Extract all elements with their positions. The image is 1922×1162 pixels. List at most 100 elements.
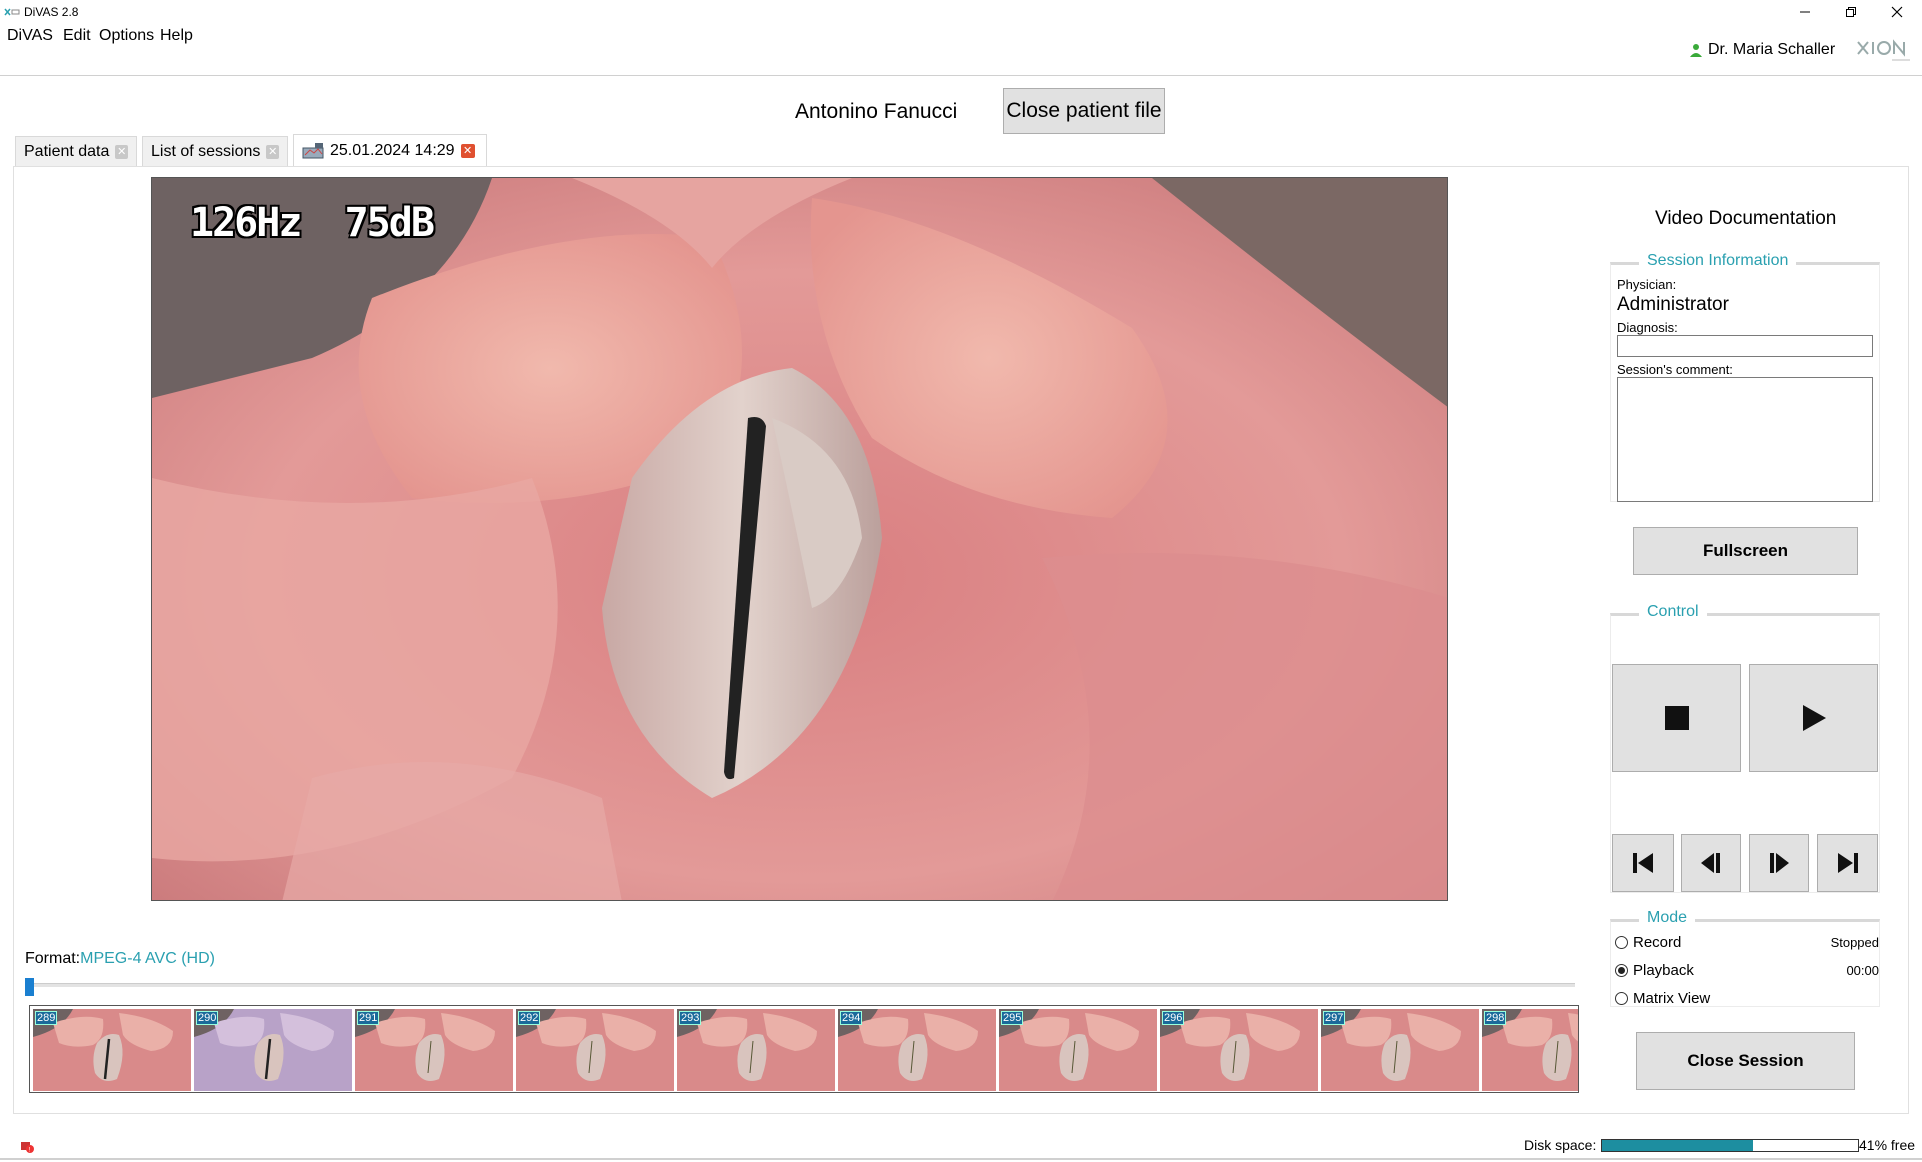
tab-list-of-sessions[interactable]: List of sessions ✕ bbox=[142, 136, 288, 166]
skip-end-icon bbox=[1837, 853, 1858, 873]
skip-to-start-button[interactable] bbox=[1612, 834, 1674, 892]
xion-logo bbox=[1857, 39, 1910, 61]
title-bar: DiVAS 2.8 bbox=[0, 0, 1922, 24]
physician-label: Physician: bbox=[1617, 277, 1677, 292]
close-window-button[interactable] bbox=[1874, 0, 1920, 24]
tab-close-icon[interactable]: ✕ bbox=[115, 144, 128, 159]
mode-record-label: Record bbox=[1633, 934, 1682, 951]
thumbnail-frame-number: 298 bbox=[1484, 1011, 1507, 1025]
user-icon bbox=[1690, 44, 1702, 57]
thumbnail-frame-number: 293 bbox=[679, 1011, 702, 1025]
thumbnail-frame-number: 292 bbox=[518, 1011, 541, 1025]
disk-space-fill bbox=[1602, 1140, 1754, 1151]
session-information-legend: Session Information bbox=[1639, 252, 1797, 270]
timeline-handle[interactable] bbox=[25, 978, 34, 996]
timeline-track[interactable] bbox=[25, 983, 1575, 987]
user-name: Dr. Maria Schaller bbox=[1708, 41, 1836, 58]
video-session-icon bbox=[302, 142, 324, 158]
menu-options[interactable]: Options bbox=[99, 27, 154, 45]
format-info: Format:MPEG-4 AVC (HD) bbox=[25, 950, 215, 968]
menu-divas[interactable]: DiVAS bbox=[7, 27, 53, 45]
stop-icon bbox=[1664, 706, 1689, 730]
tab-session-25-01-2024[interactable]: 25.01.2024 14:29 ✕ bbox=[293, 134, 487, 166]
mode-record-option[interactable]: Record bbox=[1615, 934, 1681, 951]
close-icon bbox=[1891, 6, 1903, 18]
menu-help[interactable]: Help bbox=[160, 27, 193, 45]
radio-record[interactable] bbox=[1615, 936, 1628, 949]
thumbnail-frame[interactable]: 297 bbox=[1321, 1009, 1479, 1091]
playback-time: 00:00 bbox=[1846, 963, 1879, 978]
panel-title: Video Documentation bbox=[1655, 208, 1837, 229]
video-frame[interactable]: 126Hz 75dB bbox=[151, 177, 1448, 901]
minimize-button[interactable] bbox=[1782, 0, 1828, 24]
mode-playback-label: Playback bbox=[1633, 962, 1694, 979]
thumbnail-frame-number: 296 bbox=[1162, 1011, 1185, 1025]
radio-playback[interactable] bbox=[1615, 964, 1628, 977]
menu-edit[interactable]: Edit bbox=[63, 27, 91, 45]
video-overlay-readout: 126Hz 75dB bbox=[190, 200, 435, 246]
record-status: Stopped bbox=[1830, 935, 1879, 950]
close-session-button[interactable]: Close Session bbox=[1636, 1032, 1855, 1090]
format-label: Format: bbox=[25, 950, 81, 967]
step-forward-icon bbox=[1770, 853, 1789, 873]
thumbnail-frame[interactable]: 290 bbox=[194, 1009, 352, 1091]
disk-space-label: Disk space: bbox=[1524, 1137, 1597, 1153]
restore-icon bbox=[1846, 7, 1856, 17]
session-comment-label: Session's comment: bbox=[1617, 362, 1733, 377]
status-bar-border bbox=[0, 1158, 1922, 1160]
thumbnail-frame-number: 295 bbox=[1001, 1011, 1024, 1025]
control-legend: Control bbox=[1639, 603, 1707, 621]
play-button[interactable] bbox=[1749, 664, 1878, 772]
thumbnail-frame-number: 294 bbox=[840, 1011, 863, 1025]
format-value: MPEG-4 AVC (HD) bbox=[80, 950, 215, 967]
tab-close-icon[interactable]: ✕ bbox=[460, 143, 475, 158]
current-user: Dr. Maria Schaller bbox=[1690, 41, 1835, 59]
mode-playback-option[interactable]: Playback bbox=[1615, 962, 1694, 979]
patient-name: Antonino Fanucci bbox=[795, 100, 958, 123]
mode-legend: Mode bbox=[1639, 909, 1696, 927]
thumbnail-frame-number: 297 bbox=[1323, 1011, 1346, 1025]
thumbnail-frame[interactable]: 292 bbox=[516, 1009, 674, 1091]
thumbnail-frame[interactable]: 298 bbox=[1482, 1009, 1578, 1091]
close-patient-file-button[interactable]: Close patient file bbox=[1003, 88, 1165, 134]
header-separator bbox=[0, 75, 1922, 76]
window-title: DiVAS 2.8 bbox=[24, 5, 79, 19]
minimize-icon bbox=[1800, 11, 1810, 13]
disk-space-bar bbox=[1601, 1139, 1859, 1152]
thumbnail-frame-number: 291 bbox=[357, 1011, 380, 1025]
thumbnail-frame[interactable]: 296 bbox=[1160, 1009, 1318, 1091]
thumbnail-frame-number: 289 bbox=[35, 1011, 58, 1025]
radio-matrix-view[interactable] bbox=[1615, 992, 1628, 1005]
tab-label: Patient data bbox=[24, 142, 110, 160]
skip-to-end-button[interactable] bbox=[1817, 834, 1878, 892]
thumbnail-frame-number: 290 bbox=[196, 1011, 219, 1025]
session-comment-input[interactable] bbox=[1617, 377, 1873, 502]
tab-patient-data[interactable]: Patient data ✕ bbox=[15, 136, 137, 166]
skip-start-icon bbox=[1633, 853, 1653, 873]
step-back-icon bbox=[1701, 853, 1720, 873]
mode-matrix-view-option[interactable]: Matrix View bbox=[1615, 990, 1710, 1007]
thumbnail-strip[interactable]: 289 290 291 292 293 294 295 296 297 298 bbox=[29, 1005, 1579, 1093]
step-back-button[interactable] bbox=[1681, 834, 1741, 892]
tab-close-icon[interactable]: ✕ bbox=[266, 144, 279, 159]
thumbnail-frame[interactable]: 293 bbox=[677, 1009, 835, 1091]
play-icon bbox=[1802, 705, 1826, 731]
stop-button[interactable] bbox=[1612, 664, 1741, 772]
physician-value: Administrator bbox=[1617, 294, 1729, 315]
step-forward-button[interactable] bbox=[1749, 834, 1809, 892]
thumbnail-frame[interactable]: 289 bbox=[33, 1009, 191, 1091]
diagnosis-label: Diagnosis: bbox=[1617, 320, 1678, 335]
thumbnail-frame[interactable]: 295 bbox=[999, 1009, 1157, 1091]
thumbnail-frame[interactable]: 294 bbox=[838, 1009, 996, 1091]
restore-button[interactable] bbox=[1828, 0, 1874, 24]
diagnosis-input[interactable] bbox=[1617, 335, 1873, 357]
disk-space-free: 41% free bbox=[1859, 1137, 1916, 1153]
record-status-icon[interactable]: ! bbox=[20, 1139, 34, 1153]
mode-matrix-view-label: Matrix View bbox=[1633, 990, 1711, 1007]
app-icon bbox=[4, 8, 20, 16]
tab-label: List of sessions bbox=[151, 142, 261, 160]
fullscreen-button[interactable]: Fullscreen bbox=[1633, 527, 1858, 575]
tab-label: 25.01.2024 14:29 bbox=[330, 141, 455, 159]
endoscopy-image bbox=[152, 178, 1447, 900]
thumbnail-frame[interactable]: 291 bbox=[355, 1009, 513, 1091]
